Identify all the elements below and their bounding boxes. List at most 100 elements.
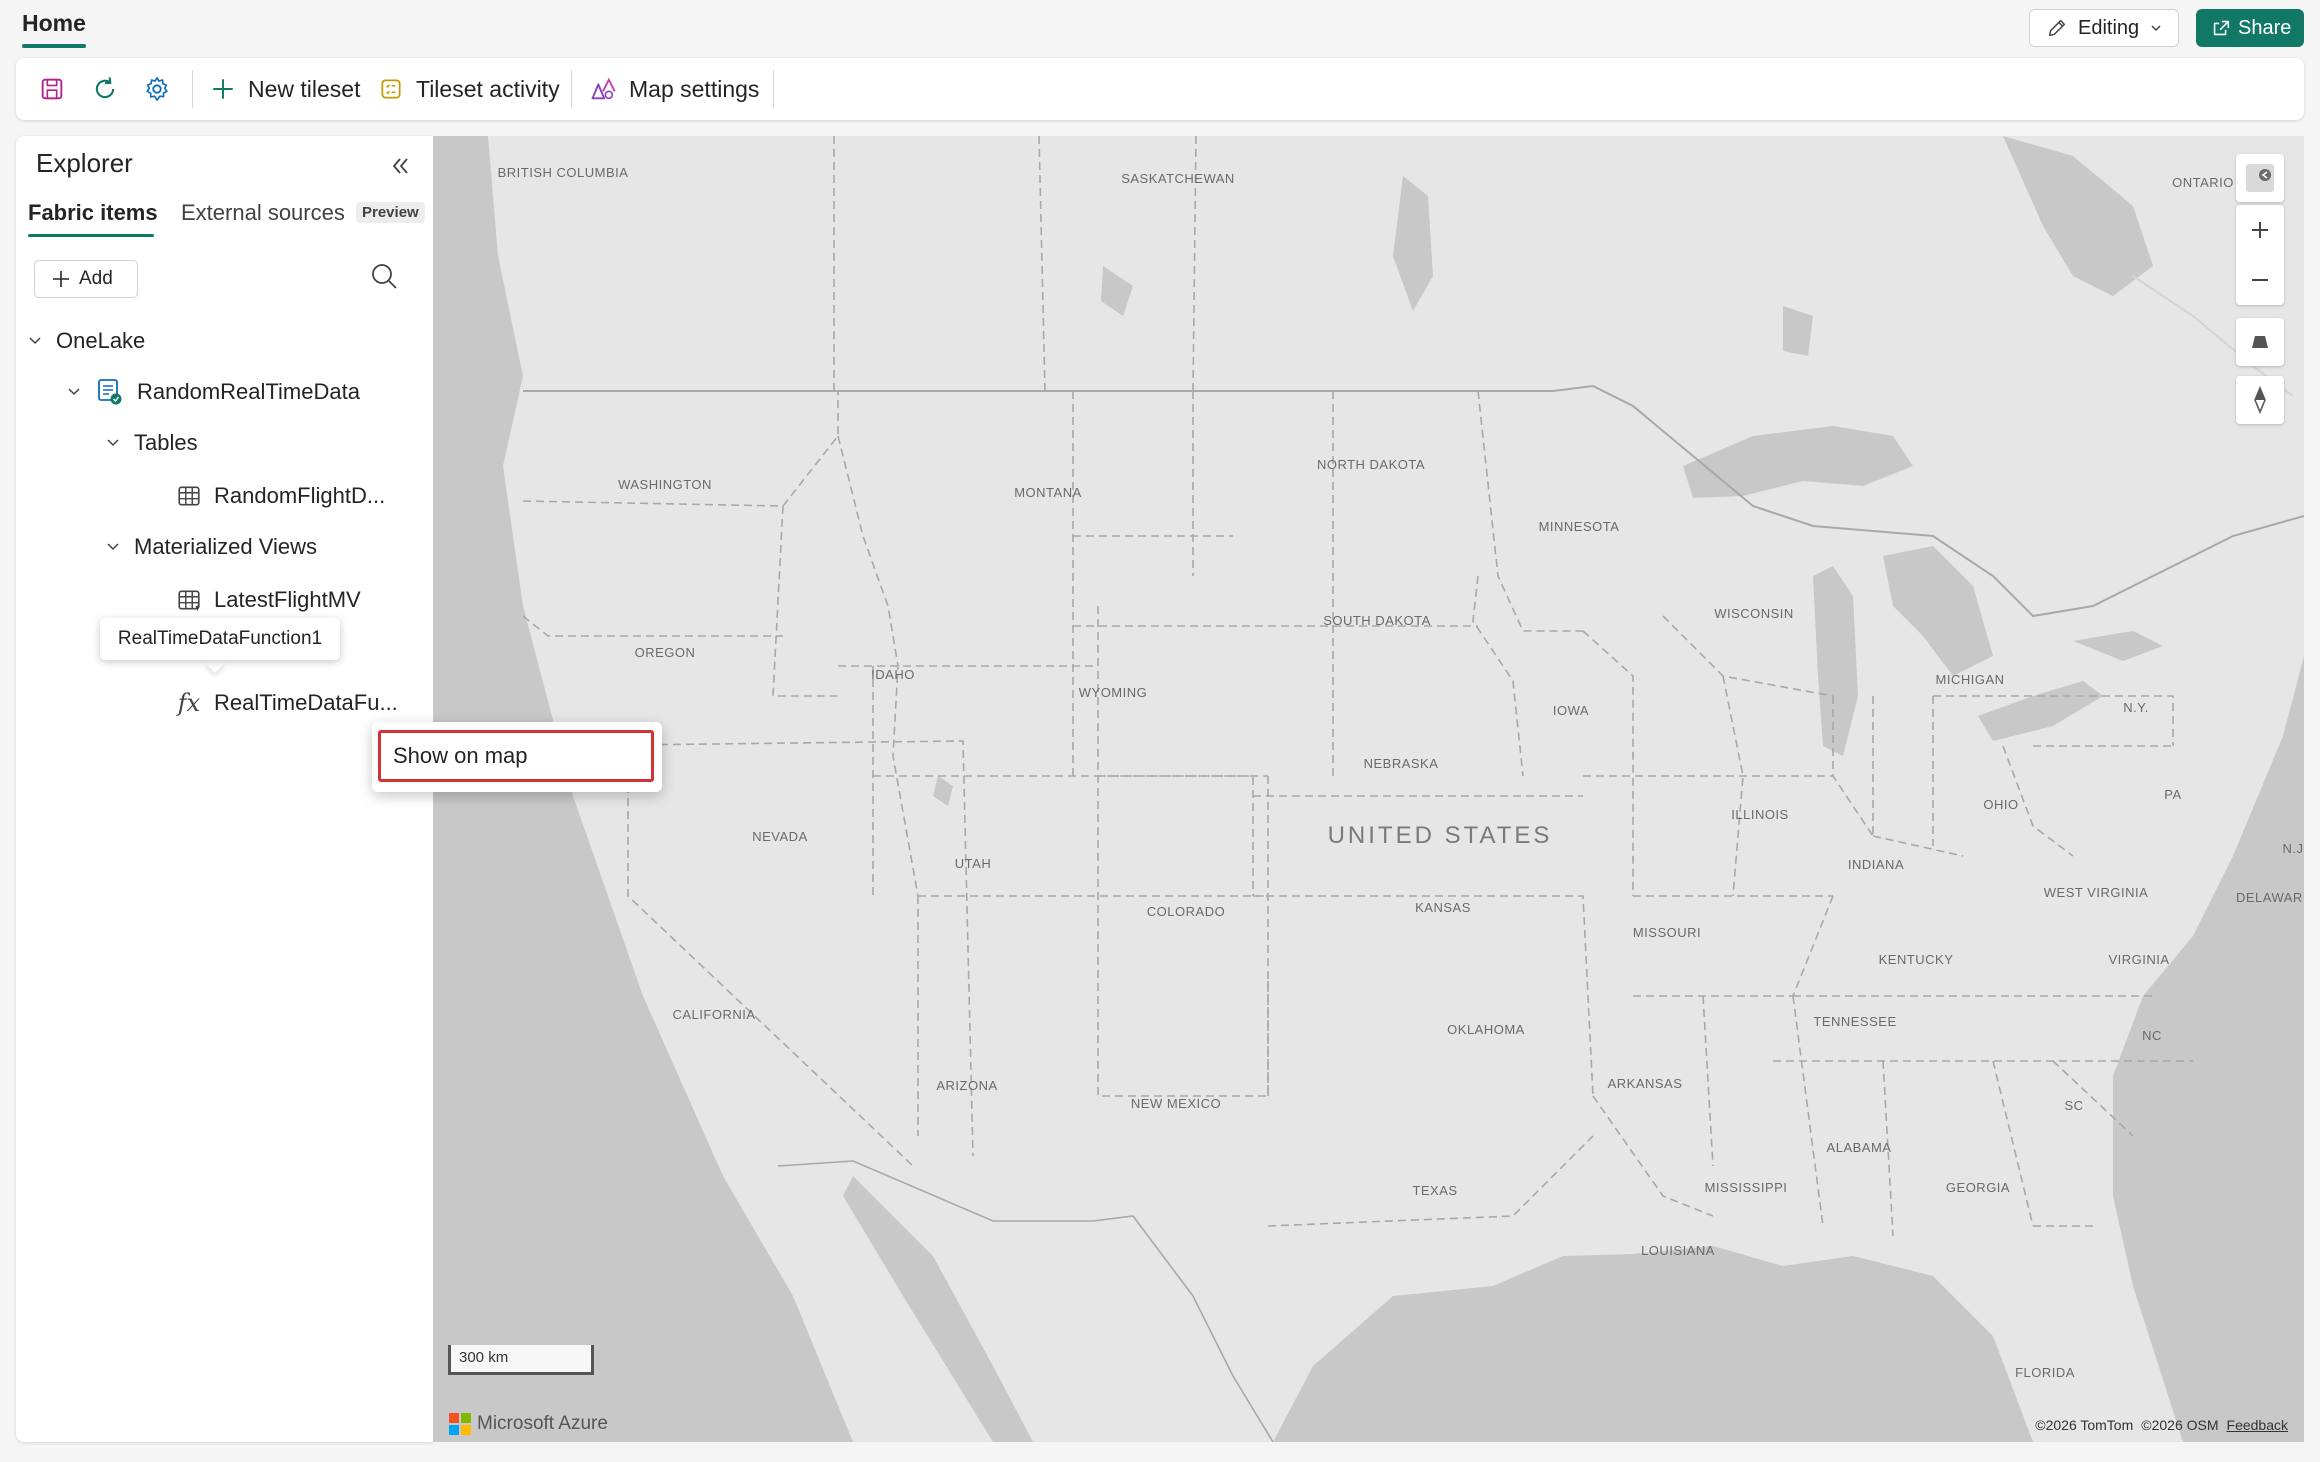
- map-label: NEW MEXICO: [1130, 1096, 1222, 1111]
- compass-icon: [2254, 386, 2266, 414]
- map-label: IDAHO: [871, 667, 915, 682]
- compass-button[interactable]: [2236, 376, 2284, 424]
- tree-node-function[interactable]: fx RealTimeDataFu...: [176, 683, 398, 723]
- map-label: FLORIDA: [2015, 1365, 2075, 1380]
- map-label: SC: [2064, 1098, 2084, 1113]
- map-label: DELAWARE: [2236, 890, 2304, 905]
- ribbon-toolbar: New tileset Tileset activity Map setting…: [16, 58, 2304, 120]
- map-style-picker-button[interactable]: [2236, 154, 2284, 202]
- map-label: WASHINGTON: [618, 477, 712, 492]
- map-canvas[interactable]: BRITISH COLUMBIA SASKATCHEWAN ONTARIO WA…: [433, 136, 2304, 1442]
- map-label: BRITISH COLUMBIA: [497, 165, 629, 180]
- map-label: SASKATCHEWAN: [1121, 171, 1235, 186]
- tree-node-database[interactable]: RandomRealTimeData: [65, 372, 360, 412]
- map-label: NEBRASKA: [1363, 756, 1439, 771]
- map-scale-bar: 300 km: [448, 1345, 594, 1375]
- save-button[interactable]: [38, 58, 66, 120]
- map-label: MISSOURI: [1632, 925, 1702, 940]
- new-tileset-button[interactable]: New tileset: [210, 58, 360, 120]
- double-chevron-left-icon: [392, 158, 408, 174]
- plus-icon: [2252, 222, 2268, 238]
- tab-home-indicator: [22, 44, 86, 48]
- tab-home[interactable]: Home: [22, 10, 86, 37]
- add-button[interactable]: Add: [34, 260, 138, 298]
- show-on-map-menu-item[interactable]: Show on map: [378, 730, 654, 782]
- map-label: INDIANA: [1847, 857, 1905, 872]
- tileset-activity-button[interactable]: Tileset activity: [378, 58, 560, 120]
- chevron-down-icon: [2151, 25, 2161, 32]
- azure-brand-text: Microsoft Azure: [477, 1413, 608, 1434]
- zoom-out-button[interactable]: [2236, 255, 2284, 305]
- map-label: KENTUCKY: [1878, 952, 1954, 967]
- tree-node-onelake[interactable]: OneLake: [26, 321, 145, 361]
- tab-external-sources[interactable]: External sources: [181, 200, 345, 226]
- feedback-link[interactable]: Feedback: [2227, 1417, 2288, 1433]
- map-label: LOUISIANA: [1641, 1243, 1715, 1258]
- tree-node-label: RandomRealTimeData: [137, 379, 360, 404]
- map-label: ILLINOIS: [1731, 807, 1789, 822]
- zoom-in-button[interactable]: [2236, 205, 2284, 255]
- add-label: Add: [79, 268, 113, 289]
- tree-node-tables-folder[interactable]: Tables: [104, 423, 198, 463]
- settings-button[interactable]: [143, 58, 171, 120]
- map-label: WYOMING: [1078, 685, 1148, 700]
- preview-badge: Preview: [356, 202, 425, 223]
- map-label: OKLAHOMA: [1447, 1022, 1525, 1037]
- share-label: Share: [2238, 16, 2292, 39]
- gear-icon: [146, 77, 168, 101]
- tree-node-views-folder[interactable]: Materialized Views: [104, 527, 317, 567]
- refresh-icon: [95, 77, 115, 99]
- map-settings-icon: [591, 77, 616, 100]
- explorer-panel: Explorer Fabric items External sources P…: [16, 136, 433, 1442]
- tree-node-table[interactable]: RandomFlightD...: [176, 476, 385, 516]
- tileset-activity-label: Tileset activity: [416, 75, 560, 102]
- tree-node-label: RandomFlightD...: [214, 483, 386, 508]
- map-label: GEORGIA: [1945, 1180, 2011, 1195]
- plus-icon: [53, 271, 69, 287]
- map-label: CALIFORNIA: [672, 1007, 756, 1022]
- chevron-down-icon: [107, 439, 119, 447]
- search-button[interactable]: [368, 260, 404, 296]
- tree-node-label: OneLake: [56, 328, 146, 353]
- map-style-icon: [2246, 164, 2274, 192]
- refresh-button[interactable]: [91, 58, 119, 120]
- attribution-tomtom: ©2026 TomTom: [2035, 1417, 2134, 1433]
- eventhouse-database-icon: [98, 379, 122, 405]
- map-label: UTAH: [954, 856, 992, 871]
- tree-node-label: Tables: [134, 430, 198, 455]
- pitch-icon: [2252, 336, 2268, 348]
- attribution-osm: ©2026 OSM: [2141, 1417, 2219, 1433]
- map-label: ONTARIO: [2172, 175, 2234, 190]
- tab-fabric-items-indicator: [28, 234, 154, 237]
- zoom-controls: [2236, 205, 2284, 305]
- tab-fabric-items[interactable]: Fabric items: [28, 200, 158, 226]
- map-label: SOUTH DAKOTA: [1323, 613, 1431, 628]
- context-menu: Show on map: [372, 722, 662, 792]
- ribbon-divider: [192, 70, 193, 108]
- new-tileset-label: New tileset: [248, 75, 361, 102]
- map-label: MISSISSIPPI: [1704, 1180, 1788, 1195]
- map-attribution: ©2026 TomTom ©2026 OSM Feedback: [2035, 1417, 2288, 1433]
- map-label: COLORADO: [1146, 904, 1226, 919]
- ribbon-divider: [773, 70, 774, 108]
- map-settings-button[interactable]: Map settings: [589, 58, 759, 120]
- map-label: TENNESSEE: [1813, 1014, 1897, 1029]
- search-icon: [372, 264, 397, 289]
- tree-node-materialized-view[interactable]: LatestFlightMV: [176, 580, 361, 620]
- minus-icon: [2252, 279, 2268, 281]
- map-label: WISCONSIN: [1714, 606, 1794, 621]
- tree-node-label: LatestFlightMV: [214, 587, 361, 612]
- editing-mode-dropdown[interactable]: Editing: [2029, 9, 2179, 47]
- plus-icon: [213, 79, 233, 99]
- collapse-panel-button[interactable]: [384, 150, 416, 182]
- pitch-button[interactable]: [2236, 318, 2284, 366]
- table-icon: [178, 486, 200, 506]
- map-label: OREGON: [634, 645, 696, 660]
- activity-list-icon: [381, 79, 401, 99]
- editing-label: Editing: [2078, 16, 2140, 39]
- share-button[interactable]: Share: [2196, 9, 2304, 47]
- map-label: NC: [2142, 1028, 2162, 1043]
- map-label: MONTANA: [1014, 485, 1082, 500]
- map-label: MICHIGAN: [1935, 672, 2005, 687]
- function-icon: fx: [177, 689, 201, 717]
